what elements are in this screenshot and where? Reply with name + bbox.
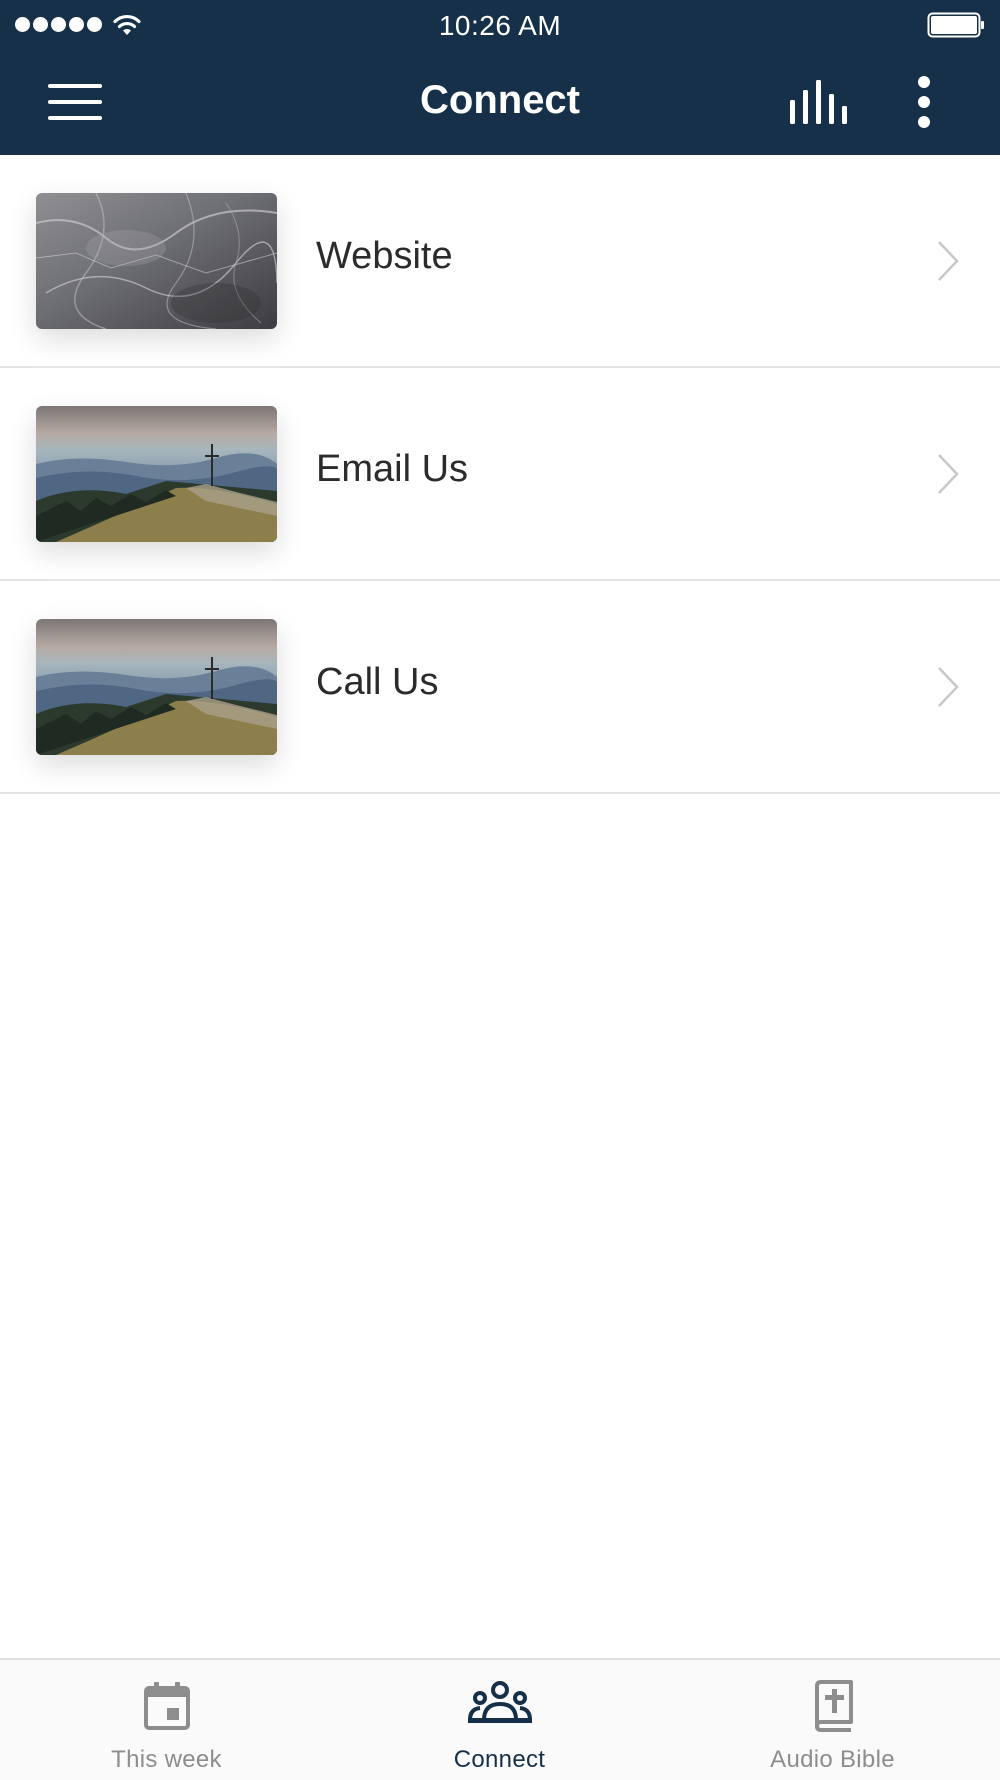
chevron-right-icon	[938, 667, 959, 707]
tab-label: Connect	[453, 1746, 546, 1773]
tab-connect[interactable]: Connect	[333, 1660, 666, 1780]
list-item-website[interactable]: Website	[0, 155, 1000, 368]
bottom-tab-bar: This week Connect Audio Bible	[0, 1658, 1000, 1780]
list-item-label: Website	[316, 235, 453, 277]
list-item-label: Call Us	[316, 661, 439, 703]
group-icon	[467, 1681, 532, 1723]
mountain-cross-thumbnail	[36, 619, 277, 755]
calendar-icon	[143, 1682, 190, 1730]
chevron-right-icon	[938, 454, 959, 494]
tab-label: Audio Bible	[770, 1746, 895, 1773]
status-time: 10:26 AM	[438, 10, 562, 41]
tab-audio-bible[interactable]: Audio Bible	[666, 1660, 999, 1780]
app-header: 10:26 AM Connect	[0, 0, 1000, 155]
chevron-right-icon	[938, 241, 959, 281]
list-item-label: Email Us	[316, 448, 469, 490]
page-title: Connect	[420, 78, 580, 122]
marble-thumbnail	[36, 193, 277, 329]
tab-label: This week	[111, 1746, 222, 1773]
list-item-call-us[interactable]: Call Us	[0, 581, 1000, 794]
list-item-email-us[interactable]: Email Us	[0, 368, 1000, 581]
audio-bars-icon[interactable]	[788, 78, 848, 128]
mountain-cross-thumbnail	[36, 406, 277, 542]
battery-icon	[927, 12, 984, 38]
tab-this-week[interactable]: This week	[0, 1660, 333, 1780]
more-options-icon[interactable]	[905, 74, 943, 130]
status-bar: 10:26 AM	[0, 0, 1000, 50]
bible-icon	[814, 1680, 853, 1732]
connect-list: Website Email Us Call Us	[0, 155, 1000, 794]
